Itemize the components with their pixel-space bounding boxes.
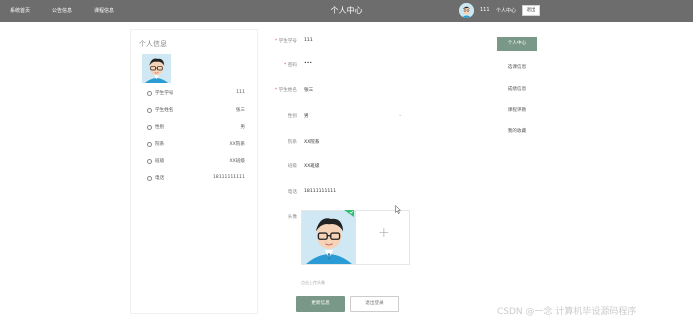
- department-field[interactable]: XX院系: [304, 139, 319, 145]
- info-label: 班级: [155, 159, 165, 164]
- info-value: 111: [236, 90, 245, 95]
- name-field[interactable]: 张三: [304, 87, 313, 93]
- upload-hint: 点击上传头像: [301, 280, 325, 285]
- plus-icon[interactable]: +: [378, 225, 390, 241]
- circle-bullet-icon: [147, 125, 152, 130]
- check-icon: [344, 210, 354, 217]
- circle-bullet-icon: [147, 91, 152, 96]
- class-label: 班级: [287, 164, 297, 169]
- phone-field[interactable]: 18111111111: [304, 189, 336, 194]
- top-navbar: 系统首页 公告信息 课程信息 个人中心 111 个人中心 退出: [0, 0, 693, 22]
- phone-label: 电话: [287, 190, 297, 195]
- class-field[interactable]: XX班级: [304, 163, 319, 169]
- info-label: 性别: [155, 125, 165, 130]
- info-label: 电话: [155, 176, 165, 181]
- uploaded-avatar-image[interactable]: [302, 211, 356, 264]
- circle-bullet-icon: [147, 176, 152, 181]
- info-row-name: 学生姓名 张三: [147, 107, 245, 117]
- department-label: 院系: [287, 140, 297, 145]
- info-value: 张三: [235, 108, 245, 113]
- info-row-class: 班级 XX班级: [147, 158, 245, 168]
- sidebar-item-favorites[interactable]: 我的收藏: [497, 128, 537, 134]
- info-row-phone: 电话 18111111111: [147, 175, 245, 185]
- profile-card-title: 个人信息: [139, 40, 167, 48]
- info-value: XX院系: [229, 142, 245, 147]
- circle-bullet-icon: [147, 142, 152, 147]
- info-value: 男: [240, 125, 245, 130]
- sidebar-item-personal-center[interactable]: 个人中心: [497, 37, 537, 51]
- name-label: * 学生姓名: [274, 88, 297, 93]
- page-title: 个人中心: [330, 6, 363, 15]
- info-label: 学生姓名: [155, 108, 174, 113]
- top-username: 111: [480, 7, 490, 13]
- profile-card: 个人信息 学生学号 111 学生姓名 张三 性别 男 院系 XX院系 班级 XX…: [130, 29, 258, 314]
- sidebar-item-course-selection[interactable]: 选课信息: [497, 64, 537, 70]
- logout-button[interactable]: 退出: [522, 5, 540, 16]
- sidebar-item-grades[interactable]: 成绩信息: [497, 86, 537, 92]
- gender-label: 性别: [287, 114, 297, 119]
- info-value: 18111111111: [212, 175, 245, 180]
- password-field[interactable]: •••: [304, 61, 312, 66]
- cartoon-avatar-icon: [302, 211, 356, 264]
- logout-account-button[interactable]: 退出登录: [350, 296, 399, 312]
- info-row-student-id: 学生学号 111: [147, 90, 245, 100]
- info-row-department: 院系 XX院系: [147, 141, 245, 151]
- gender-select[interactable]: 男: [304, 113, 309, 119]
- circle-bullet-icon: [147, 108, 152, 113]
- cartoon-avatar-icon: [142, 54, 171, 83]
- avatar-label: 头像: [287, 215, 297, 220]
- update-info-button[interactable]: 更新信息: [296, 296, 345, 312]
- info-value: XX班级: [229, 159, 245, 164]
- circle-bullet-icon: [147, 159, 152, 164]
- top-personal-center-link[interactable]: 个人中心: [496, 7, 516, 14]
- student-id-field[interactable]: 111: [304, 38, 313, 43]
- mouse-cursor-icon: [395, 205, 401, 214]
- avatar-uploader[interactable]: +: [301, 210, 410, 265]
- info-label: 学生学号: [155, 91, 174, 96]
- student-id-label: * 学生学号: [274, 39, 297, 44]
- info-row-gender: 性别 男: [147, 124, 245, 134]
- profile-avatar: [142, 54, 171, 83]
- password-label: * 密码: [284, 63, 297, 68]
- chevron-down-icon[interactable]: ⌄: [398, 112, 402, 118]
- info-label: 院系: [155, 142, 165, 147]
- sidebar-item-course-evaluation[interactable]: 课程评教: [497, 107, 537, 113]
- avatar[interactable]: [459, 3, 474, 18]
- cartoon-avatar-icon: [459, 3, 474, 18]
- watermark: CSDN @一念 计算机毕设源码程序: [497, 307, 637, 317]
